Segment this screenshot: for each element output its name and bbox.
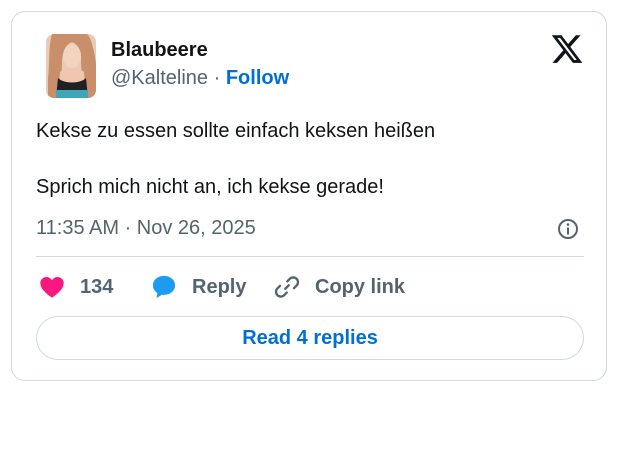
author-handle-row: @Kalteline · Follow [111, 66, 289, 90]
tweet-text-line: Kekse zu essen sollte einfach keksen hei… [36, 120, 436, 142]
handle-separator: · [213, 67, 221, 89]
heart-icon [40, 276, 64, 298]
x-logo-icon[interactable] [550, 32, 584, 66]
tweet-timestamp[interactable]: 11:35 AM · Nov 26, 2025 [36, 216, 256, 240]
follow-link[interactable]: Follow [226, 67, 289, 89]
avatar[interactable] [46, 34, 96, 98]
speech-bubble-icon [152, 275, 176, 299]
author-display-name[interactable]: Blaubeere [111, 38, 208, 62]
like-button[interactable]: 134 [38, 272, 113, 302]
divider [36, 256, 584, 257]
info-icon[interactable] [556, 217, 580, 241]
copy-link-button[interactable]: Copy link [273, 272, 405, 302]
author-handle[interactable]: @Kalteline [111, 67, 208, 89]
reply-label: Reply [192, 276, 247, 298]
like-count: 134 [80, 276, 114, 298]
tweet-text-line: Sprich mich nicht an, ich kekse gerade! [36, 176, 384, 198]
tweet-card: Blaubeere @Kalteline · Follow Kekse zu e… [11, 11, 607, 381]
read-replies-button[interactable]: Read 4 replies [36, 316, 584, 360]
link-icon [274, 276, 300, 298]
avatar-photo [46, 34, 96, 98]
copy-link-label: Copy link [315, 276, 406, 298]
reply-button[interactable]: Reply [150, 272, 246, 302]
